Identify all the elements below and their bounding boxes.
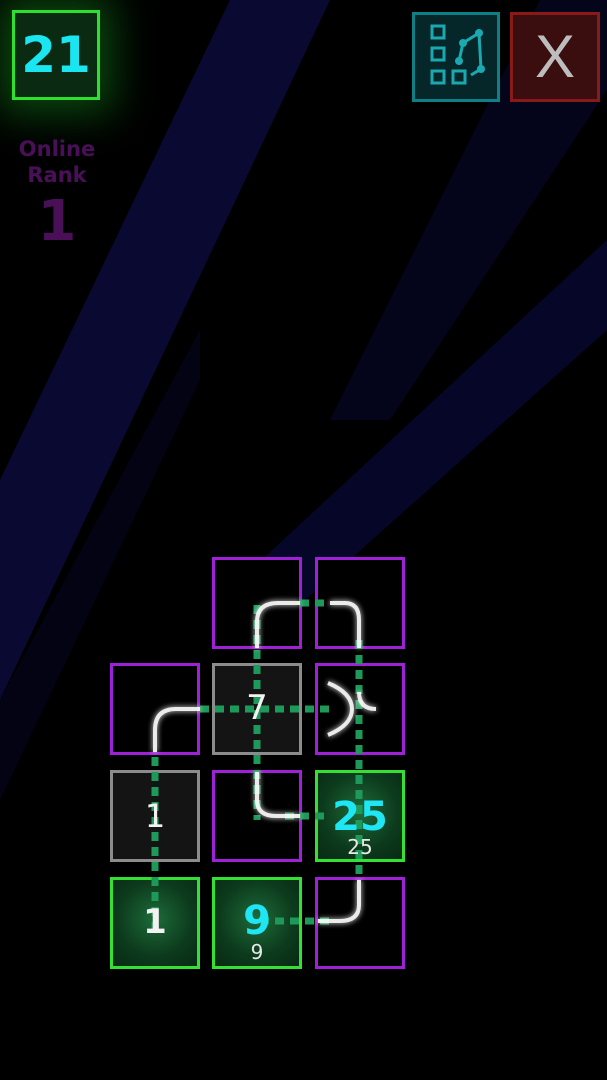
online-rank-value: 1 xyxy=(37,189,77,254)
tile-r1-c3[interactable] xyxy=(315,663,405,755)
tile-subnumber-r3-c2: 9 xyxy=(250,940,264,964)
close-button[interactable]: X xyxy=(510,12,600,102)
online-rank-label-line2: Rank xyxy=(27,163,87,187)
tile-r0-c2[interactable] xyxy=(212,557,302,649)
tile-subnumber-r2-c3: 25 xyxy=(347,835,373,859)
level-map-button[interactable] xyxy=(412,12,500,102)
tile-r3-c3[interactable] xyxy=(315,877,405,969)
tile-number-r3-c2: 9 xyxy=(243,898,271,944)
tile-r2-c2[interactable] xyxy=(212,770,302,862)
online-rank-label: Online Rank xyxy=(0,136,114,188)
close-icon: X xyxy=(534,23,576,90)
tile-r1-c1[interactable] xyxy=(110,663,200,755)
level-number-box: 21 xyxy=(12,10,100,100)
tile-number-r3-c1: 1 xyxy=(143,902,167,942)
online-rank-label-line1: Online xyxy=(18,137,96,161)
tile-r0-c3[interactable] xyxy=(315,557,405,649)
level-map-icon xyxy=(430,24,485,85)
tile-number-r2-c3: 25 xyxy=(332,794,388,840)
tile-number-r1-c2: 7 xyxy=(246,688,268,728)
level-number: 21 xyxy=(21,26,91,84)
tile-number-r2-c1: 1 xyxy=(144,797,166,835)
